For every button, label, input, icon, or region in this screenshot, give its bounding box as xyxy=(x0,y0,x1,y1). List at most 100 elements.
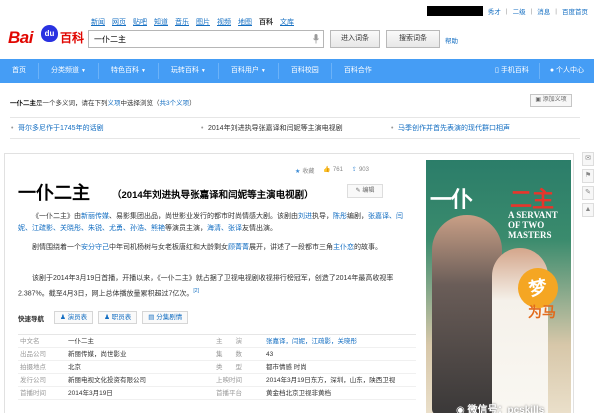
nav-label: 百科合作 xyxy=(343,67,372,74)
share-count: 903 xyxy=(358,167,369,173)
like-button[interactable]: 👍 761 xyxy=(323,166,343,175)
info-key: 中文名 xyxy=(20,338,40,345)
inline-link[interactable]: 刘进 xyxy=(298,213,312,220)
inline-link[interactable]: 安分守己 xyxy=(81,244,109,251)
help-link[interactable]: 帮助 xyxy=(445,35,458,45)
inline-link[interactable]: 陈彤 xyxy=(333,213,347,220)
info-value: 新丽电视文化投资有限公司 xyxy=(68,377,146,384)
info-key: 首播时间 xyxy=(20,390,46,397)
info-value: 黄金档北京卫视非黄档 xyxy=(266,390,331,397)
separator: | xyxy=(530,7,533,15)
poster-english-line: OF TWO MASTERS xyxy=(508,220,552,240)
like-count: 761 xyxy=(332,167,343,173)
top-link-music[interactable]: 音乐 xyxy=(175,17,189,27)
share-button[interactable]: ⇪ 903 xyxy=(352,166,369,175)
info-row: 中文名 一仆二主 主 演 张嘉译，闫妮，江疏影，关晓彤 xyxy=(18,335,416,348)
inline-link[interactable]: 新丽传媒 xyxy=(81,213,109,220)
episodes-button[interactable]: ▤ 分集剧情 xyxy=(142,311,189,324)
inline-link[interactable]: 主仆恋 xyxy=(333,244,354,251)
nav-label: 百科用户 xyxy=(230,67,259,74)
edit-label: 编辑 xyxy=(362,188,375,194)
search-entry-button[interactable]: 搜索词条 xyxy=(386,30,440,48)
sense-item[interactable]: 哥尔多尼作于1745年的话剧 xyxy=(10,118,200,140)
add-sense-button[interactable]: ▣ 添加义项 xyxy=(530,94,572,107)
caret-down-icon: ▼ xyxy=(200,68,206,74)
separator: | xyxy=(505,7,508,15)
reference-link[interactable]: [2] xyxy=(193,288,199,294)
sense-item[interactable]: 马季创作并首先表演的现代群口相声 xyxy=(390,118,580,140)
nav-right: ▯ 手机百科 ● 个人中心 xyxy=(485,59,594,83)
qbtn-label: 职员表 xyxy=(111,314,132,321)
paragraph-text: 编剧， xyxy=(347,213,368,220)
info-key: 出品公司 xyxy=(20,351,46,358)
nav-home[interactable]: 首页 xyxy=(0,59,38,83)
nav-users[interactable]: 百科用户 ▼ xyxy=(219,59,278,83)
top-link-web[interactable]: 网页 xyxy=(112,17,126,27)
caret-down-icon: ▼ xyxy=(81,68,86,74)
top-link-tieba[interactable]: 贴吧 xyxy=(133,17,147,27)
disambiguation-text: ） xyxy=(189,100,196,107)
edit-button[interactable]: ✎ 编辑 xyxy=(347,184,383,198)
collect-button[interactable]: ★ 收藏 xyxy=(295,166,314,175)
nav-label: 百科校园 xyxy=(290,67,319,74)
bookmark-side-icon[interactable]: ⚑ xyxy=(582,169,594,183)
top-link-video[interactable]: 视频 xyxy=(217,17,231,27)
share-side-icon[interactable]: ✉ xyxy=(582,152,594,166)
sense-count-link[interactable]: 共3个义项 xyxy=(160,100,190,107)
sense-item-current: 2014年刘进执导张嘉译和闫妮等主演电视剧 xyxy=(200,118,390,140)
enter-entry-button[interactable]: 进入词条 xyxy=(330,30,380,48)
user-rank-link[interactable]: 二级 xyxy=(513,6,526,16)
top-link-zhidao[interactable]: 知道 xyxy=(154,17,168,27)
disambiguation-term: 一仆二主 xyxy=(10,100,36,107)
paragraph-text: 等演员主演， xyxy=(165,225,207,232)
qbtn-label: 分集剧情 xyxy=(156,314,183,321)
poster-image[interactable]: 一仆 二主 A SERVANT OF TWO MASTERS 梦 为马 ◉ 微信… xyxy=(426,160,571,413)
crew-button[interactable]: ♟ 职员表 xyxy=(98,311,138,324)
inline-link[interactable]: 顾菁菁 xyxy=(228,244,249,251)
baidu-baike-logo[interactable]: Bai du 百科 xyxy=(8,17,86,51)
user-level-link[interactable]: 秀才 xyxy=(488,6,501,16)
article-card: ★ 收藏 👍 761 ⇪ 903 一仆二主 （2014年刘进执导张嘉译和闫妮等主演电视… xyxy=(4,153,574,413)
nav-play[interactable]: 玩转百科 ▼ xyxy=(159,59,218,83)
nav-category[interactable]: 分类频道 ▼ xyxy=(39,59,98,83)
info-value: 北京 xyxy=(68,364,81,371)
top-link-news[interactable]: 新闻 xyxy=(91,17,105,27)
logo-bai: Bai xyxy=(8,28,33,47)
redacted-username[interactable] xyxy=(426,6,483,16)
messages-link[interactable]: 消息 xyxy=(537,6,550,16)
top-link-images[interactable]: 图片 xyxy=(196,17,210,27)
senses-link[interactable]: 义项 xyxy=(108,100,121,107)
disambiguation-text: 是一个多义词，请在下列 xyxy=(36,100,108,107)
search-input[interactable] xyxy=(89,31,299,47)
baidu-home-link[interactable]: 百度首页 xyxy=(562,6,588,16)
top-side-icon[interactable]: ▲ xyxy=(582,203,594,217)
nav-cooperation[interactable]: 百科合作 xyxy=(332,59,384,83)
paragraph-text: 该剧于2014年3月19日首播，开播以来，《一仆二主》就占据了卫视电视剧收视排行… xyxy=(18,275,394,298)
info-box: 中文名 一仆二主 主 演 张嘉译，闫妮，江疏影，关晓彤 出品公司 新丽传媒，尚世影业 集 数… xyxy=(18,334,416,400)
separator: | xyxy=(555,7,557,15)
info-value: 2014年3月19日 xyxy=(68,390,113,397)
nav-featured[interactable]: 特色百科 ▼ xyxy=(99,59,158,83)
nav-personal[interactable]: ● 个人中心 xyxy=(540,59,594,83)
logo-paw-icon: du xyxy=(41,25,58,42)
info-key: 类 型 xyxy=(216,364,242,371)
poster-stamp-text: 为马 xyxy=(528,304,556,320)
top-link-wenku[interactable]: 文库 xyxy=(280,17,294,27)
thumbs-up-icon: 👍 xyxy=(323,167,331,173)
nav-campus[interactable]: 百科校园 xyxy=(279,59,331,83)
disambiguation-notice: 一仆二主是一个多义词，请在下列义项中选择浏览（共3个义项） xyxy=(10,97,196,107)
inline-link[interactable]: 海清、张译 xyxy=(207,225,242,232)
paragraph-text: 的故事。 xyxy=(354,244,382,251)
poster-english-line: A SERVANT xyxy=(508,210,558,220)
info-key: 拍摄地点 xyxy=(20,364,46,371)
top-link-map[interactable]: 地图 xyxy=(238,17,252,27)
cast-button[interactable]: ♟ 演员表 xyxy=(54,311,94,324)
share-icon: ⇪ xyxy=(351,167,357,173)
info-key: 集 数 xyxy=(216,351,242,358)
microphone-icon[interactable] xyxy=(313,34,319,44)
star-icon: ★ xyxy=(295,169,301,175)
quick-navigation: 快速导航 ♟ 演员表 ♟ 职员表 ▤ 分集剧情 xyxy=(18,311,189,324)
feedback-side-icon[interactable]: ✎ xyxy=(582,186,594,200)
info-key: 上映时间 xyxy=(216,377,242,384)
nav-mobile[interactable]: ▯ 手机百科 xyxy=(485,59,539,83)
